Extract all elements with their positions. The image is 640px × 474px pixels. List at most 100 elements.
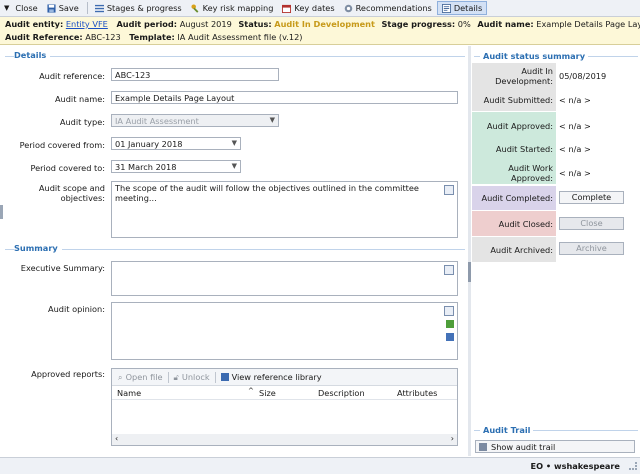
approved-reports-label: Approved reports: [31, 369, 105, 379]
audit-trail-heading: Audit Trail [480, 425, 534, 435]
unlock-button[interactable]: 🔓︎ Unlock [174, 372, 210, 383]
summary-heading: Summary [14, 243, 62, 253]
save-label: Save [58, 3, 79, 13]
col-attributes-header[interactable]: Attributes [397, 388, 437, 398]
key-risk-icon [191, 3, 199, 13]
status-label: Status: [238, 19, 272, 29]
toolbar-separator [86, 2, 88, 14]
audit-trail-icon [479, 442, 487, 451]
exec-summary-label: Executive Summary: [20, 263, 105, 273]
stages-progress-button[interactable]: Stages & progress [91, 1, 186, 15]
approved-reports-grid: ⌕ Open file 🔓︎ Unlock View reference lib… [111, 368, 458, 446]
calendar-icon [282, 4, 292, 13]
scroll-left-icon[interactable]: ‹ [115, 434, 118, 443]
expand-icon[interactable] [444, 185, 454, 195]
key-risk-mapping-button[interactable]: Key risk mapping [187, 1, 278, 15]
period-to-date[interactable]: 31 March 2018 ▼ [111, 160, 241, 173]
stage-submitted-value: < n/a > [559, 95, 591, 105]
reports-toolbar: ⌕ Open file 🔓︎ Unlock View reference lib… [112, 369, 457, 386]
name-value: Example Details Page Layout [536, 19, 640, 29]
audit-info-bar: Audit entity: Entity VFE Audit period: A… [0, 17, 640, 45]
status-bar-user: EO • wshakespeare [530, 461, 620, 471]
ref-value: ABC-123 [85, 32, 121, 42]
stage-work-approved-value: < n/a > [559, 168, 591, 178]
period-to-value: 31 March 2018 [115, 162, 177, 172]
left-splitter-handle[interactable] [0, 205, 3, 219]
toolbar-separator [214, 371, 216, 383]
chevron-down-icon: ▼ [231, 162, 237, 170]
copy-icon[interactable] [446, 333, 454, 341]
summary-divider [5, 249, 465, 250]
view-library-button[interactable]: View reference library [220, 372, 322, 382]
close-button[interactable]: Close [11, 1, 41, 15]
details-button[interactable]: Details [436, 1, 488, 15]
archive-button[interactable]: Archive [559, 242, 624, 255]
details-heading: Details [14, 50, 51, 60]
close-audit-button[interactable]: Close [559, 217, 624, 230]
view-library-label: View reference library [231, 372, 322, 382]
show-audit-trail-button[interactable]: Show audit trail [475, 440, 635, 453]
reports-grid-header: Name ^ Size Description Attributes [112, 387, 457, 400]
audit-type-select[interactable]: IA Audit Assessment ▼ [111, 114, 279, 127]
audit-name-label: Audit name: [54, 94, 105, 104]
recommendations-button[interactable]: Recommendations [340, 1, 436, 15]
entity-label: Audit entity: [5, 19, 64, 29]
audit-type-value: IA Audit Assessment [115, 116, 199, 126]
save-icon [47, 3, 56, 13]
col-size-header[interactable]: Size [259, 388, 276, 398]
list-icon [94, 4, 104, 12]
period-from-label: Period covered from: [19, 140, 105, 150]
scope-value: The scope of the audit will follow the o… [115, 183, 419, 203]
save-button[interactable]: Save [43, 1, 83, 15]
audit-opinion-textarea[interactable] [111, 302, 458, 360]
period-value: August 2019 [179, 19, 232, 29]
exec-summary-textarea[interactable] [111, 261, 458, 296]
period-label: Audit period: [116, 19, 178, 29]
sort-up-icon: ^ [248, 387, 254, 395]
chevron-down-icon: ▼ [269, 116, 275, 124]
audit-opinion-label: Audit opinion: [48, 304, 105, 314]
entity-link[interactable]: Entity VFE [66, 19, 108, 29]
close-label: Close [15, 3, 38, 13]
stage-completed-label: Audit Completed: [481, 193, 554, 203]
key-risk-label: Key risk mapping [202, 3, 274, 13]
audit-type-label: Audit type: [59, 117, 105, 127]
period-to-label: Period covered to: [30, 163, 105, 173]
scroll-right-icon[interactable]: › [451, 434, 454, 443]
audit-reference-field[interactable]: ABC-123 [111, 68, 279, 81]
magnifier-icon: ⌕ [118, 371, 123, 382]
name-label: Audit name: [477, 19, 534, 29]
ref-label: Audit Reference: [5, 32, 83, 42]
open-file-button[interactable]: ⌕ Open file [118, 372, 163, 383]
expand-icon[interactable] [444, 306, 454, 316]
open-file-label: Open file [125, 372, 163, 382]
scope-textarea[interactable]: The scope of the audit will follow the o… [111, 181, 458, 238]
details-icon [441, 3, 451, 13]
resize-grip-icon[interactable] [629, 462, 637, 470]
recommendations-icon [344, 4, 352, 12]
info-line-1: Audit entity: Entity VFE Audit period: A… [5, 19, 640, 29]
complete-button[interactable]: Complete [559, 191, 624, 204]
toolbar-separator [167, 371, 169, 383]
details-label: Details [453, 3, 483, 13]
toolbar-dropdown-icon[interactable]: ▼ [4, 4, 9, 12]
info-line-2: Audit Reference: ABC-123 Template: IA Au… [5, 32, 303, 42]
library-icon [220, 373, 229, 381]
progress-label: Stage progress: [381, 19, 456, 29]
progress-value: 0% [457, 19, 471, 29]
audit-reference-label: Audit reference: [39, 71, 105, 81]
key-dates-label: Key dates [294, 3, 335, 13]
col-name-header[interactable]: Name [117, 388, 141, 398]
add-green-icon[interactable] [446, 320, 454, 328]
unlock-label: Unlock [181, 372, 210, 382]
expand-icon[interactable] [444, 265, 454, 275]
col-description-header[interactable]: Description [318, 388, 365, 398]
key-dates-button[interactable]: Key dates [278, 1, 338, 15]
status-bar: EO • wshakespeare [0, 457, 640, 474]
stage-development-label: Audit In Development: [495, 66, 553, 86]
status-value: Audit In Development [274, 19, 375, 29]
audit-name-field[interactable]: Example Details Page Layout [111, 91, 458, 104]
period-from-date[interactable]: 01 January 2018 ▼ [111, 137, 241, 150]
toolbar: ▼ Close Save Stages & progress Key risk … [0, 0, 640, 17]
horizontal-scrollbar[interactable]: ‹ › [112, 434, 457, 445]
